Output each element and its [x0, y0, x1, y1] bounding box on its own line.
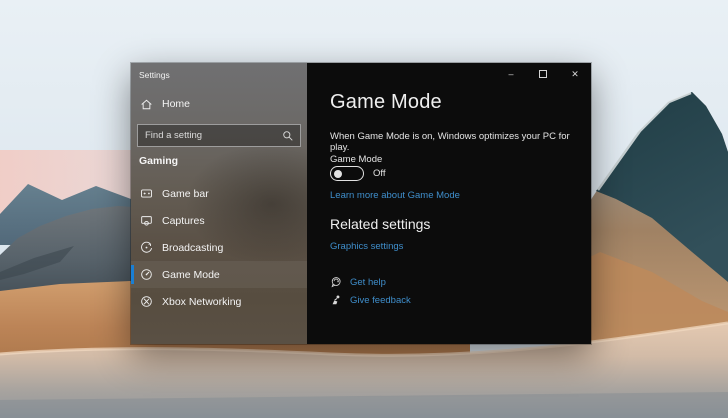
toggle-label: Game Mode [330, 154, 382, 165]
maximize-icon [539, 70, 547, 78]
maximize-button[interactable] [527, 63, 559, 85]
window-controls: – ✕ [495, 63, 591, 85]
game-mode-icon [140, 268, 153, 281]
sidebar-item-broadcasting[interactable]: Broadcasting [131, 234, 307, 261]
sidebar-item-game-bar[interactable]: Game bar [131, 180, 307, 207]
game-bar-icon [140, 187, 153, 200]
sidebar-item-xbox-networking[interactable]: Xbox Networking [131, 288, 307, 315]
sidebar-item-home[interactable]: Home [131, 93, 307, 115]
xbox-icon [140, 295, 153, 308]
search-input[interactable] [138, 130, 282, 141]
sidebar-section-gaming: Gaming [139, 155, 178, 167]
graphics-settings-link[interactable]: Graphics settings [330, 241, 403, 252]
related-settings-heading: Related settings [330, 216, 430, 232]
sidebar-nav: Game bar Captures Broadcasting [131, 180, 307, 315]
minimize-icon: – [508, 69, 513, 79]
page-description: When Game Mode is on, Windows optimizes … [330, 131, 591, 153]
settings-sidebar: Settings Home Gaming Ga [131, 63, 307, 344]
get-help-row[interactable]: Get help [330, 275, 386, 289]
give-feedback-row[interactable]: Give feedback [330, 293, 411, 307]
learn-more-link[interactable]: Learn more about Game Mode [330, 190, 460, 201]
settings-content-pane: – ✕ Game Mode When Game Mode is on, Wind… [307, 63, 591, 344]
sidebar-item-label: Xbox Networking [162, 296, 241, 308]
sidebar-item-label: Home [162, 98, 190, 110]
sidebar-item-label: Game Mode [162, 269, 220, 281]
sidebar-item-label: Game bar [162, 188, 209, 200]
close-icon: ✕ [571, 69, 579, 80]
captures-icon [140, 214, 153, 227]
home-icon [140, 98, 153, 111]
broadcasting-icon [140, 241, 153, 254]
search-icon[interactable] [282, 130, 294, 142]
search-box[interactable] [137, 124, 301, 147]
toggle-state-label: Off [373, 168, 386, 179]
toggle-knob [334, 170, 342, 178]
sidebar-item-game-mode[interactable]: Game Mode [131, 261, 307, 288]
give-feedback-link[interactable]: Give feedback [350, 295, 411, 306]
sidebar-item-captures[interactable]: Captures [131, 207, 307, 234]
page-title: Game Mode [330, 91, 442, 114]
game-mode-toggle[interactable] [330, 166, 364, 181]
sidebar-item-label: Broadcasting [162, 242, 223, 254]
get-help-link[interactable]: Get help [350, 277, 386, 288]
game-mode-toggle-row: Off [330, 166, 386, 181]
selection-accent-bar [131, 265, 134, 284]
app-title: Settings [139, 70, 170, 80]
sidebar-item-label: Captures [162, 215, 205, 227]
give-feedback-icon [330, 294, 342, 306]
close-button[interactable]: ✕ [559, 63, 591, 85]
minimize-button[interactable]: – [495, 63, 527, 85]
settings-window: Settings Home Gaming Ga [131, 63, 591, 344]
get-help-icon [330, 276, 342, 288]
